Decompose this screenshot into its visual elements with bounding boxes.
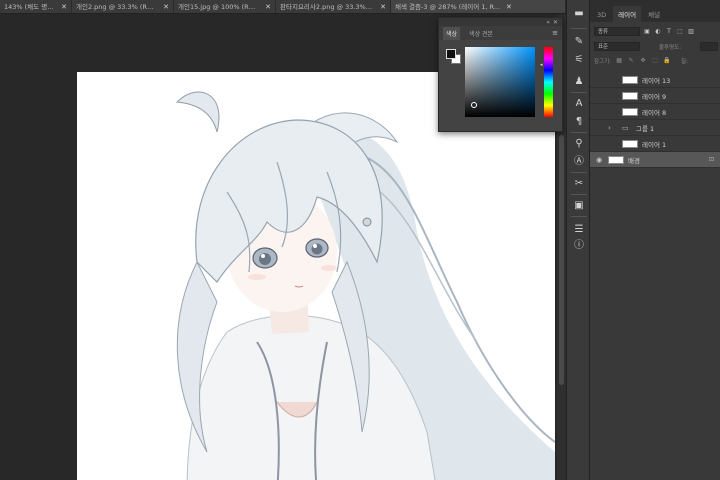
saturation-value-picker[interactable] bbox=[465, 47, 535, 117]
foreground-color-swatch[interactable] bbox=[446, 49, 456, 59]
doc-tab-label: 판타지요리사2.png @ 33.3% (RGB... bbox=[280, 3, 374, 11]
doc-tab-label: 채색 결즘-3 @ 287% (레이어 1, R... bbox=[395, 3, 501, 11]
paragraph-icon[interactable]: ¶ bbox=[572, 116, 586, 128]
chevron-right-icon[interactable]: › bbox=[608, 124, 618, 132]
lock-icon: ⊡ bbox=[708, 156, 714, 163]
doc-tab-label: 개인2.png @ 33.3% (RG... bbox=[76, 3, 158, 11]
layer-list: 레이어 13 레이어 9 레이어 8 › ▭ 그룹 1 레이어 1 ◉ 배경 ⊡ bbox=[590, 72, 720, 168]
layer-thumbnail bbox=[622, 139, 638, 148]
panel-menu-icon[interactable]: ≡ bbox=[552, 29, 558, 37]
layer-name: 레이어 13 bbox=[642, 76, 671, 85]
layer-name: 레이어 1 bbox=[642, 140, 667, 149]
folder-icon: ▭ bbox=[622, 123, 629, 132]
blend-mode-select[interactable]: 표준 bbox=[594, 42, 640, 51]
hue-slider[interactable] bbox=[544, 47, 553, 117]
character-icon[interactable]: ♟ bbox=[572, 76, 586, 88]
lock-label: 잠그기: bbox=[594, 58, 612, 65]
tab-channels[interactable]: 채널 bbox=[643, 6, 665, 22]
adjustment-filter-icon[interactable]: ◐ bbox=[654, 28, 662, 35]
text-icon[interactable]: A bbox=[572, 98, 586, 110]
opacity-field[interactable] bbox=[700, 42, 718, 51]
smart-object-filter-icon[interactable]: ▥ bbox=[687, 28, 695, 35]
layer-thumbnail bbox=[622, 75, 638, 84]
filter-kind-select[interactable]: 종류 bbox=[594, 27, 640, 36]
navigator-icon[interactable]: ▣ bbox=[572, 200, 586, 212]
layer-thumbnail bbox=[622, 107, 638, 116]
doc-tab-4[interactable]: 판타지요리사2.png @ 33.3% (RGB... ✕ bbox=[276, 0, 391, 13]
layer-row-group[interactable]: › ▭ 그룹 1 bbox=[590, 120, 720, 136]
smudge-icon[interactable]: ✎ bbox=[572, 36, 586, 48]
layer-thumbnail bbox=[608, 155, 624, 164]
divider bbox=[571, 92, 587, 93]
close-icon[interactable]: ✕ bbox=[61, 0, 67, 13]
document-tab-bar: 143% (채도 명도... ✕ 개인2.png @ 33.3% (RG... … bbox=[0, 0, 566, 14]
layer-row[interactable]: 레이어 8 bbox=[590, 104, 720, 120]
layer-row[interactable]: 레이어 13 bbox=[590, 72, 720, 88]
info-icon[interactable]: ⓘ bbox=[572, 240, 586, 252]
layer-thumbnail bbox=[622, 91, 638, 100]
tab-layers[interactable]: 레이어 bbox=[613, 6, 642, 22]
panel-header: « ✕ bbox=[439, 18, 562, 26]
color-picker-cursor[interactable] bbox=[471, 102, 477, 108]
layer-name: 레이어 8 bbox=[642, 108, 667, 117]
artwork-illustration bbox=[175, 91, 555, 480]
lock-position-icon[interactable]: ✥ bbox=[639, 57, 647, 64]
layer-name: 레이어 9 bbox=[642, 92, 667, 101]
doc-tab-5[interactable]: 채색 결즘-3 @ 287% (레이어 1, R... ✕ bbox=[391, 0, 566, 13]
layer-row[interactable]: 레이어 1 bbox=[590, 136, 720, 152]
close-icon[interactable]: ✕ bbox=[553, 19, 558, 26]
properties-icon[interactable]: ☰ bbox=[572, 224, 586, 236]
lock-artboard-icon[interactable]: ⬚ bbox=[651, 57, 659, 64]
doc-tab-label: 개인15.jpg @ 100% (RG... bbox=[178, 3, 260, 11]
close-icon[interactable]: ✕ bbox=[380, 0, 386, 13]
adjust-icon[interactable]: ⚟ bbox=[572, 54, 586, 66]
brush-icon[interactable]: ▬ bbox=[572, 8, 586, 20]
layer-row-background[interactable]: ◉ 배경 ⊡ bbox=[590, 152, 720, 168]
hue-marker-icon: ◂ bbox=[540, 62, 543, 68]
layers-panel: 3D 레이어 채널 종류 ▣ ◐ T ⬚ ▥ 표준 불투명도: 잠그기: ▦ ✎… bbox=[590, 0, 720, 480]
document-canvas[interactable] bbox=[77, 72, 555, 480]
tab-swatches[interactable]: 색상 견본 bbox=[466, 27, 496, 40]
lock-pixels-icon[interactable]: ✎ bbox=[627, 57, 635, 64]
eye-icon[interactable]: ◉ bbox=[594, 156, 604, 164]
tools-icon[interactable]: ✂ bbox=[572, 178, 586, 190]
lock-transparency-icon[interactable]: ▦ bbox=[615, 57, 623, 64]
lock-fill-row: 잠그기: ▦ ✎ ✥ ⬚ 🔒 칠: bbox=[594, 55, 718, 66]
tab-3d[interactable]: 3D bbox=[592, 8, 611, 22]
layer-row[interactable]: 레이어 9 bbox=[590, 88, 720, 104]
close-icon[interactable]: ✕ bbox=[506, 0, 512, 13]
pixel-filter-icon[interactable]: ▣ bbox=[643, 28, 651, 35]
layer-name: 배경 bbox=[628, 156, 640, 165]
close-icon[interactable]: ✕ bbox=[163, 0, 169, 13]
panel-icon-column: ▬ ✎ ⚟ ♟ A ¶ ⚲ Ⓐ ✂ ▣ ☰ ⓘ bbox=[566, 0, 590, 480]
scrollbar-thumb[interactable] bbox=[559, 135, 564, 385]
lock-all-icon[interactable]: 🔒 bbox=[663, 57, 671, 64]
color-panel: « ✕ 색상 색상 견본 ≡ ◂ bbox=[438, 17, 563, 132]
doc-tab-2[interactable]: 개인2.png @ 33.3% (RG... ✕ bbox=[72, 0, 174, 13]
close-icon[interactable]: ✕ bbox=[265, 0, 271, 13]
glyph-icon[interactable]: Ⓐ bbox=[572, 156, 586, 168]
opacity-label: 불투명도: bbox=[658, 44, 682, 51]
doc-tab-label: 143% (채도 명도... bbox=[4, 3, 56, 11]
type-filter-icon[interactable]: T bbox=[665, 28, 673, 35]
clone-icon[interactable]: ⚲ bbox=[572, 138, 586, 150]
layers-panel-tabs: 3D 레이어 채널 bbox=[590, 0, 720, 22]
layer-filter-row: 종류 ▣ ◐ T ⬚ ▥ bbox=[594, 26, 718, 37]
blend-opacity-row: 표준 불투명도: bbox=[594, 41, 718, 52]
layer-name: 그룹 1 bbox=[636, 124, 655, 133]
tab-color[interactable]: 색상 bbox=[443, 26, 461, 40]
color-panel-tabs: 색상 색상 견본 ≡ bbox=[439, 26, 562, 40]
divider bbox=[571, 28, 587, 29]
doc-tab-1[interactable]: 143% (채도 명도... ✕ bbox=[0, 0, 72, 13]
fill-label: 칠: bbox=[681, 58, 688, 65]
divider bbox=[571, 216, 587, 217]
divider bbox=[571, 132, 587, 133]
divider bbox=[571, 194, 587, 195]
collapse-icon[interactable]: « bbox=[546, 19, 550, 26]
doc-tab-3[interactable]: 개인15.jpg @ 100% (RG... ✕ bbox=[174, 0, 276, 13]
divider bbox=[571, 172, 587, 173]
shape-filter-icon[interactable]: ⬚ bbox=[676, 28, 684, 35]
